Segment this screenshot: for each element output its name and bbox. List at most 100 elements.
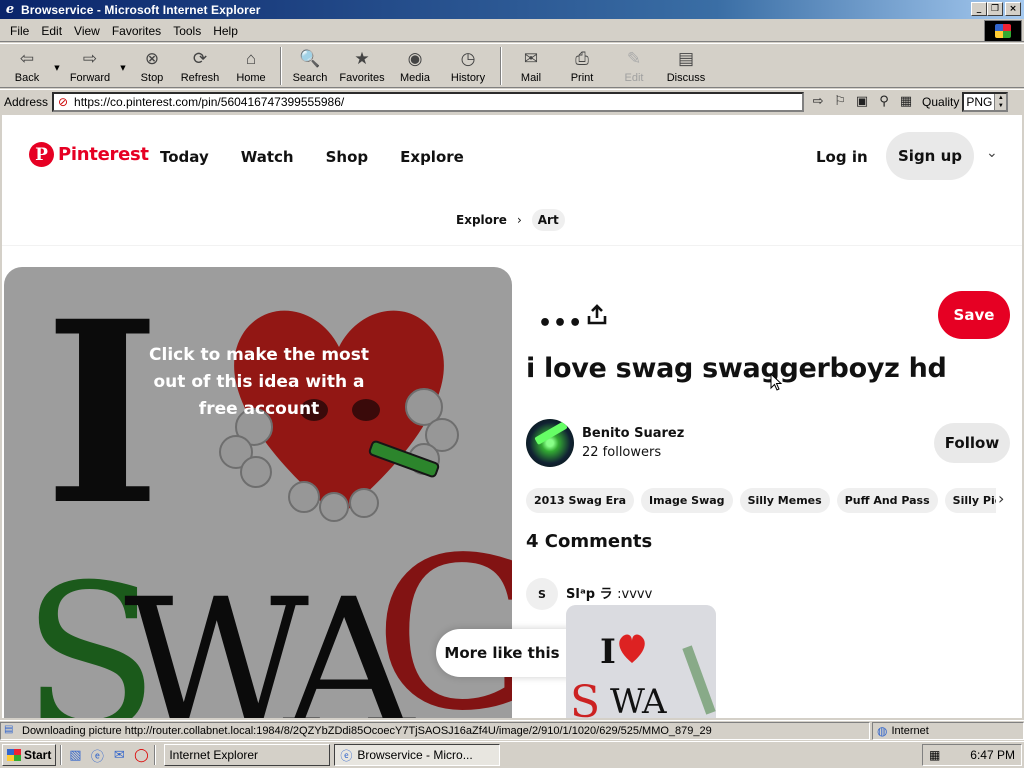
mail-button[interactable]: ✉ Mail	[506, 44, 556, 87]
security-zone[interactable]: ◍ Internet	[872, 721, 1024, 740]
show-desktop-icon[interactable]: ▧	[66, 746, 84, 764]
toolbar-separator	[500, 47, 502, 85]
go-arrow-icon[interactable]: ⇨	[810, 94, 826, 110]
menu-edit[interactable]: Edit	[35, 22, 68, 40]
favorites-button[interactable]: ★ Favorites	[334, 44, 390, 87]
edit-button[interactable]: ✎ Edit	[608, 44, 660, 87]
nav-explore[interactable]: Explore	[400, 148, 464, 166]
mouse-cursor-icon	[770, 373, 782, 391]
photo-letter-a: A	[641, 682, 667, 718]
outlook-icon[interactable]: ✉	[110, 746, 128, 764]
photo-letter-i: I	[600, 632, 616, 672]
pinterest-logo[interactable]: P Pinterest	[29, 142, 149, 167]
refresh-label: Refresh	[180, 72, 220, 84]
taskbar-separator	[154, 745, 157, 765]
media-button[interactable]: ◉ Media	[390, 44, 440, 87]
back-button[interactable]: ⇦ Back	[4, 44, 50, 87]
forward-dropdown[interactable]: ▼	[116, 44, 130, 87]
refresh-button[interactable]: ⟳ Refresh	[174, 44, 226, 87]
tag-item[interactable]: 2013 Swag Era	[526, 488, 635, 513]
home-label: Home	[236, 72, 266, 84]
menu-help[interactable]: Help	[207, 22, 244, 40]
minimize-button[interactable]: _	[971, 2, 987, 16]
refresh-icon: ⟳	[192, 49, 208, 68]
discuss-button[interactable]: ▤ Discuss	[660, 44, 712, 87]
menu-favorites[interactable]: Favorites	[106, 22, 167, 40]
breadcrumb-explore[interactable]: Explore	[456, 213, 507, 227]
opera-icon[interactable]: ◯	[132, 746, 150, 764]
zoom-icon[interactable]: ▣	[854, 94, 870, 110]
more-options-icon[interactable]: •••	[538, 311, 583, 336]
search-icon: 🔍	[299, 49, 321, 68]
back-dropdown[interactable]: ▼	[50, 44, 64, 87]
tag-item[interactable]: Silly Memes	[739, 488, 830, 513]
tag-item[interactable]: Image Swag	[641, 488, 733, 513]
menu-tools[interactable]: Tools	[167, 22, 207, 40]
history-button[interactable]: ◷ History	[440, 44, 496, 87]
stop-button[interactable]: ⊗ Stop	[130, 44, 174, 87]
clipboard-icon[interactable]: ▦	[898, 94, 914, 110]
comment-avatar[interactable]: S	[526, 578, 558, 610]
taskbar-separator	[60, 745, 63, 765]
task-browservice[interactable]: ⓔ Browservice - Micro...	[334, 744, 501, 766]
browser-viewport[interactable]: P Pinterest Today Watch Shop Explore Log…	[2, 115, 1022, 718]
bookmark-icon[interactable]: ⚐	[832, 94, 848, 110]
url-input[interactable]	[74, 94, 775, 109]
spin-down-icon[interactable]: ▼	[995, 102, 1006, 110]
comment-text: :vvvv	[617, 587, 653, 602]
breadcrumb-art[interactable]: Art	[531, 209, 565, 231]
print-button[interactable]: ⎙ Print	[556, 44, 608, 87]
windows-throbber-icon	[984, 20, 1022, 42]
comments-heading: 4 Comments	[526, 531, 653, 552]
calendar-icon[interactable]: ▦	[929, 748, 940, 762]
signup-button[interactable]: Sign up	[886, 132, 974, 180]
title-bar: e Browservice - Microsoft Internet Explo…	[0, 0, 1024, 19]
chevron-right-icon[interactable]: ›	[998, 489, 1004, 508]
maximize-button[interactable]: ❐	[987, 2, 1003, 16]
find-icon[interactable]: ⚲	[876, 94, 892, 110]
tag-list: 2013 Swag Era Image Swag Silly Memes Puf…	[526, 488, 996, 513]
task-label: Browservice - Micro...	[357, 748, 473, 762]
chevron-down-icon[interactable]: ⌄	[986, 145, 998, 161]
login-link[interactable]: Log in	[816, 148, 868, 166]
pinterest-logo-text: Pinterest	[58, 144, 149, 165]
nav-shop[interactable]: Shop	[326, 148, 369, 166]
quality-select[interactable]: PNG ▲ ▼	[962, 91, 1009, 112]
avatar[interactable]	[526, 419, 574, 467]
zone-label: Internet	[891, 724, 929, 737]
tag-item[interactable]: Puff And Pass	[836, 488, 938, 513]
quality-spinner[interactable]: ▲ ▼	[994, 93, 1007, 110]
start-button[interactable]: Start	[2, 744, 57, 766]
tag-item[interactable]: Silly Pictures	[944, 488, 996, 513]
ie-quicklaunch-icon[interactable]: ⓔ	[88, 746, 106, 765]
nav-today[interactable]: Today	[160, 148, 209, 166]
author-name[interactable]: Benito Suarez	[582, 426, 684, 441]
history-icon: ◷	[460, 49, 476, 68]
home-button[interactable]: ⌂ Home	[226, 44, 276, 87]
menu-view[interactable]: View	[68, 22, 106, 40]
menu-file[interactable]: File	[4, 22, 35, 40]
address-bar: Address ⊘ ⇨ ⚐ ▣ ⚲ ▦ Quality PNG ▲ ▼	[0, 89, 1024, 113]
forward-button[interactable]: ⇨ Forward	[64, 44, 116, 87]
quality-label: Quality	[922, 94, 960, 109]
window-title: Browservice - Microsoft Internet Explore…	[21, 2, 261, 17]
comment-image[interactable]: I S W A	[566, 605, 716, 718]
status-message: ▤ Downloading picture http://router.coll…	[0, 721, 870, 740]
follow-button[interactable]: Follow	[934, 423, 1010, 463]
task-internet-explorer[interactable]: Internet Explorer	[164, 744, 331, 766]
nav-watch[interactable]: Watch	[241, 148, 294, 166]
signup-prompt-text[interactable]: Click to make the most out of this idea …	[134, 342, 384, 423]
edit-icon: ✎	[626, 49, 642, 68]
media-icon: ◉	[407, 49, 423, 68]
share-icon[interactable]	[586, 304, 608, 326]
menu-bar: File Edit View Favorites Tools Help	[0, 20, 1024, 42]
close-button[interactable]: ×	[1005, 2, 1021, 16]
address-field[interactable]: ⊘	[52, 91, 805, 112]
save-button[interactable]: Save	[938, 291, 1010, 339]
comment-author[interactable]: Slᵃp ラ :vvvv	[566, 583, 652, 602]
pinterest-logo-icon: P	[29, 142, 54, 167]
clock[interactable]: 6:47 PM	[970, 748, 1015, 762]
taskbar: Start ▧ ⓔ ✉ ◯ Internet Explorer ⓔ Browse…	[0, 741, 1024, 768]
search-button[interactable]: 🔍 Search	[286, 44, 334, 87]
spin-up-icon[interactable]: ▲	[995, 94, 1006, 102]
